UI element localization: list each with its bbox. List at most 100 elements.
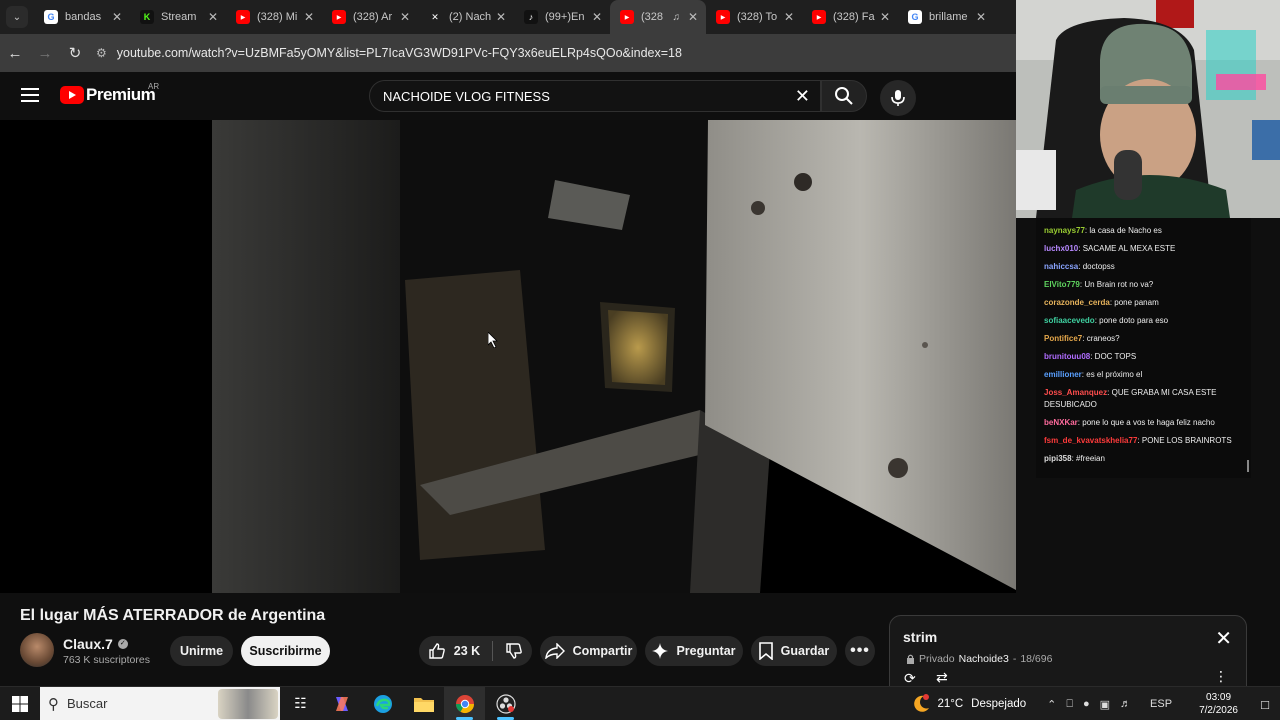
- youtube-icon: ▶: [812, 10, 826, 24]
- chat-username[interactable]: brunitouu08: [1044, 352, 1090, 361]
- edge-button[interactable]: [362, 687, 403, 720]
- youtube-logo[interactable]: Premium AR: [60, 82, 159, 105]
- tab-close-icon[interactable]: ✕: [782, 10, 796, 24]
- chat-username[interactable]: Pontifice7: [1044, 334, 1082, 343]
- browser-tab[interactable]: Gbrillame ✕: [898, 0, 994, 34]
- browser-tab[interactable]: ♪ (99+)En ✕: [514, 0, 610, 34]
- clear-search-icon[interactable]: ✕: [795, 86, 810, 107]
- microphone-tray-icon[interactable]: ●: [1083, 698, 1090, 710]
- channel-name[interactable]: Claux.7 ✓: [63, 636, 128, 652]
- channel-avatar[interactable]: [20, 633, 54, 667]
- site-info-icon[interactable]: ⚙: [96, 46, 107, 60]
- reload-button[interactable]: ↻: [60, 44, 90, 62]
- share-button[interactable]: Compartir: [540, 636, 637, 666]
- playlist-more-icon[interactable]: ⋮: [1214, 668, 1228, 685]
- tab-close-icon[interactable]: ✕: [398, 10, 412, 24]
- search-icon: ⚲: [48, 695, 59, 713]
- chat-username[interactable]: fsm_de_kvavatskhelia77: [1044, 436, 1137, 445]
- video-title: El lugar MÁS ATERRADOR de Argentina: [20, 607, 326, 624]
- start-button[interactable]: [0, 695, 40, 712]
- chevron-up-icon[interactable]: ⌃: [1047, 698, 1056, 711]
- tab-close-icon[interactable]: ✕: [686, 10, 700, 24]
- chat-text: #freeian: [1076, 454, 1105, 463]
- shuffle-icon[interactable]: ⇄: [936, 669, 948, 686]
- tab-label: (2) Nach: [449, 11, 492, 23]
- chat-username[interactable]: emillioner: [1044, 370, 1082, 379]
- menu-icon[interactable]: [21, 88, 39, 102]
- video-player[interactable]: [0, 120, 1016, 593]
- device-icon[interactable]: ⎕: [1066, 698, 1073, 711]
- tab-label: (328) Fa: [833, 11, 875, 23]
- task-view-button[interactable]: ☷: [280, 687, 321, 720]
- folder-icon: [413, 697, 434, 712]
- browser-tab[interactable]: ▶ (328) Fa ✕: [802, 0, 898, 34]
- back-button[interactable]: ←: [0, 45, 30, 62]
- tab-audio-icon[interactable]: ♫: [673, 12, 681, 23]
- chat-scrollbar[interactable]: [1247, 460, 1249, 472]
- obs-button[interactable]: [485, 687, 526, 720]
- chat-username[interactable]: corazonde_cerda: [1044, 298, 1110, 307]
- tab-close-icon[interactable]: ✕: [878, 10, 892, 24]
- browser-tab[interactable]: ▶ (328) Ar ✕: [322, 0, 418, 34]
- tab-close-icon[interactable]: ✕: [494, 10, 508, 24]
- chat-username[interactable]: naynays77: [1044, 226, 1085, 235]
- mouse-cursor-icon: [488, 332, 498, 348]
- tab-close-icon[interactable]: ✕: [974, 10, 988, 24]
- ask-button[interactable]: Preguntar: [645, 636, 743, 666]
- chat-username[interactable]: nahiccsa: [1044, 262, 1078, 271]
- clock[interactable]: 03:09 7/2/2026: [1199, 691, 1238, 717]
- copilot-button[interactable]: [321, 687, 362, 720]
- tab-close-icon[interactable]: ✕: [590, 10, 604, 24]
- volume-icon[interactable]: ♬: [1120, 698, 1131, 710]
- subscribe-button[interactable]: Suscribirme: [241, 636, 330, 666]
- tab-search-button[interactable]: ⌄: [6, 6, 28, 28]
- x-icon: ✕: [431, 11, 439, 22]
- tab-close-icon[interactable]: ✕: [110, 10, 124, 24]
- search-button[interactable]: [821, 80, 867, 112]
- chat-username[interactable]: beNXKar: [1044, 418, 1078, 427]
- dislike-button[interactable]: [505, 642, 523, 660]
- browser-tab[interactable]: ▶ (328) Mi ✕: [226, 0, 322, 34]
- language-indicator[interactable]: ESP: [1150, 698, 1172, 710]
- browser-tab[interactable]: Gbandas ✕: [34, 0, 130, 34]
- more-actions-button[interactable]: •••: [845, 636, 875, 666]
- subscribe-label: Suscribirme: [249, 644, 322, 658]
- chat-username[interactable]: pipi358: [1044, 454, 1072, 463]
- chat-text: Un Brain rot no va?: [1084, 280, 1154, 289]
- sparkle-icon: [652, 643, 669, 659]
- playlist-title[interactable]: strim: [903, 629, 937, 645]
- search-input[interactable]: NACHOIDE VLOG FITNESS ✕: [369, 80, 821, 112]
- tab-close-icon[interactable]: ✕: [206, 10, 220, 24]
- chrome-button[interactable]: [444, 686, 485, 720]
- chat-text: SACAME AL MEXA ESTE: [1082, 244, 1176, 253]
- chat-text: doctopss: [1082, 262, 1115, 271]
- windows-taskbar: ⚲ Buscar ☷ 21°C Despejado ⌃ ⎕ ● ▣ ♬ ESP: [0, 686, 1280, 720]
- voice-search-button[interactable]: [880, 80, 916, 116]
- network-icon[interactable]: ▣: [1100, 698, 1110, 711]
- like-button[interactable]: 23 K: [428, 642, 480, 660]
- browser-tab[interactable]: ✕ (2) Nach ✕: [418, 0, 514, 34]
- browser-tab[interactable]: ▶ (328 ♫ ✕: [610, 0, 706, 34]
- join-button[interactable]: Unirme: [170, 636, 233, 666]
- chat-message: beNXKar: pone lo que a vos te haga feliz…: [1036, 414, 1251, 432]
- browser-tab[interactable]: ▶ (328) To ✕: [706, 0, 802, 34]
- notification-icon[interactable]: □: [1250, 697, 1280, 712]
- youtube-icon: ▶: [620, 10, 634, 24]
- url-field[interactable]: ⚙ youtube.com/watch?v=UzBMFa5yOMY&list=P…: [96, 46, 682, 60]
- forward-button[interactable]: →: [30, 45, 60, 62]
- file-explorer-button[interactable]: [403, 687, 444, 720]
- browser-tab[interactable]: K Stream ✕: [130, 0, 226, 34]
- weather-widget[interactable]: 21°C Despejado: [911, 694, 1026, 714]
- tab-close-icon[interactable]: ✕: [302, 10, 316, 24]
- chat-username[interactable]: ElVito779: [1044, 280, 1080, 289]
- chat-text: la casa de Nacho es: [1089, 226, 1162, 235]
- chat-text: es el próximo el: [1086, 370, 1143, 379]
- chat-username[interactable]: luchx010: [1044, 244, 1078, 253]
- save-button[interactable]: Guardar: [751, 636, 837, 666]
- chat-username[interactable]: sofiaacevedo: [1044, 316, 1095, 325]
- close-playlist-icon[interactable]: ✕: [1215, 626, 1232, 651]
- playlist-owner[interactable]: Nachoide3: [959, 653, 1009, 665]
- chat-username[interactable]: Joss_Amanquez: [1044, 388, 1107, 397]
- loop-icon[interactable]: ⟳: [904, 670, 916, 687]
- taskbar-search[interactable]: ⚲ Buscar: [40, 686, 280, 720]
